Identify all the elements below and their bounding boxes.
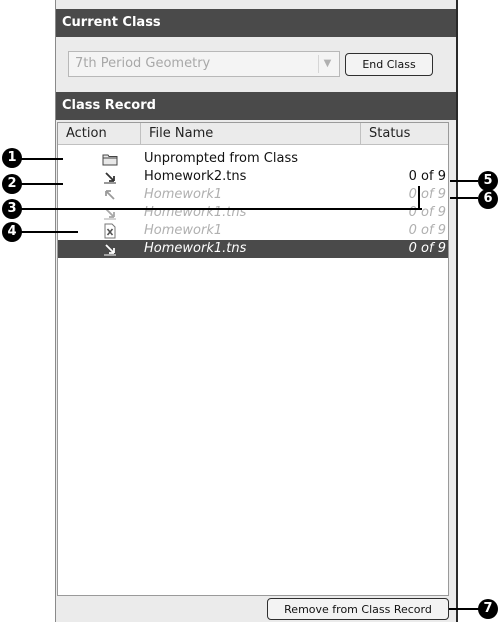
callout-line [418, 186, 420, 210]
callout-line [450, 197, 478, 199]
table-row[interactable]: Homework1 0 of 9 [58, 186, 448, 204]
collect-arrow-icon [104, 172, 116, 184]
class-select[interactable]: 7th Period Geometry ▼ [68, 51, 340, 77]
current-class-header: Current Class [56, 9, 456, 37]
folder-icon [102, 154, 118, 166]
callout-marker: 5 [478, 171, 498, 191]
callout-line [18, 183, 63, 185]
chevron-down-icon[interactable]: ▼ [318, 55, 336, 73]
callout-line [18, 231, 78, 233]
status-value: 0 of 9 [408, 241, 446, 256]
table-row[interactable]: Homework1.tns 0 of 9 [58, 204, 448, 222]
file-name: Homework1.tns [144, 241, 247, 256]
callout-line [18, 158, 63, 160]
callout-line [449, 608, 479, 610]
column-header-status[interactable]: Status [361, 123, 448, 145]
table-row[interactable]: Homework1 0 of 9 [58, 222, 448, 240]
remove-from-class-record-button[interactable]: Remove from Class Record [267, 598, 449, 620]
class-record-header: Class Record [56, 92, 456, 120]
table-row-selected[interactable]: Homework1.tns 0 of 9 [58, 240, 448, 258]
status-value: 0 of 9 [408, 205, 446, 220]
file-name: Homework2.tns [144, 169, 247, 184]
column-header-action[interactable]: Action [58, 123, 141, 145]
callout-line [450, 180, 478, 182]
callout-marker: 4 [2, 222, 22, 242]
send-arrow-icon [105, 190, 115, 200]
callout-marker: 1 [2, 148, 22, 168]
callout-marker: 3 [2, 199, 22, 219]
end-class-button[interactable]: End Class [345, 53, 433, 76]
status-value: 0 of 9 [408, 169, 446, 184]
status-value: 0 of 9 [408, 187, 446, 202]
class-record-table: Action File Name Status Unprompted from … [57, 122, 449, 596]
callout-marker: 7 [478, 599, 498, 619]
file-name: Homework1.tns [144, 205, 247, 220]
callout-marker: 2 [2, 174, 22, 194]
file-name: Homework1 [144, 187, 223, 202]
panel-right-border [456, 0, 458, 622]
callout-marker: 6 [478, 189, 498, 209]
class-select-value: 7th Period Geometry [75, 56, 211, 71]
table-row[interactable]: Unprompted from Class [58, 150, 448, 168]
collect-arrow-icon [104, 244, 116, 256]
status-value: 0 of 9 [408, 223, 446, 238]
delete-file-icon [104, 223, 116, 239]
file-name: Homework1 [144, 223, 223, 238]
file-name: Unprompted from Class [144, 151, 299, 166]
column-header-file-name[interactable]: File Name [141, 123, 361, 145]
callout-line [18, 208, 422, 210]
table-row[interactable]: Homework2.tns 0 of 9 [58, 168, 448, 186]
